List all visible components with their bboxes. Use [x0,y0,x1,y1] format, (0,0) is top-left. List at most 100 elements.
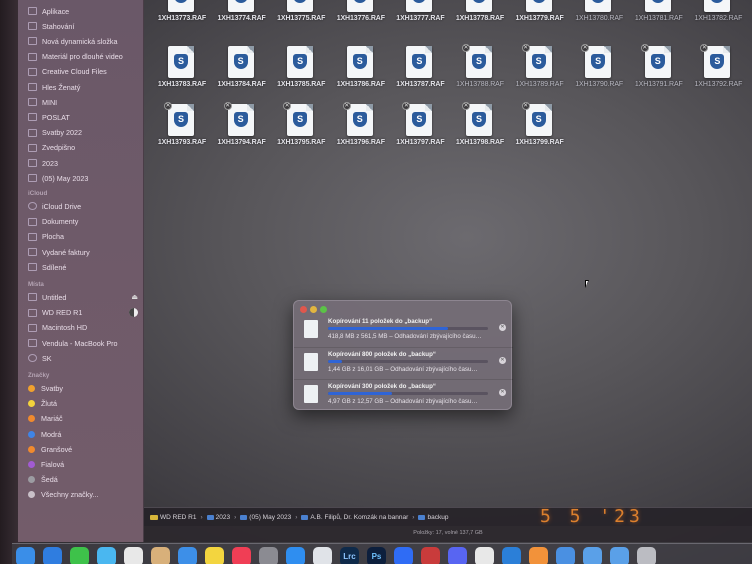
cancel-copy-button[interactable]: ✕ [499,357,506,364]
path-crumb[interactable]: (05) May 2023 [240,514,291,521]
chrome-icon[interactable] [475,547,494,564]
sidebar-item[interactable]: Granšové [28,442,142,456]
file-item[interactable]: S✕1XH13782.RAF [688,0,748,40]
sidebar-item[interactable]: Stahování [28,19,142,33]
lightroom-classic-icon[interactable]: Lrc [340,547,359,564]
sidebar-item[interactable]: Nová dynamická složka [28,34,142,48]
copy-pending-badge-icon: ✕ [164,102,172,110]
file-item[interactable]: S ✕ 1XH13792.RAF [688,44,748,106]
finder-icon[interactable] [16,547,35,564]
sidebar-item[interactable]: Zvedpišno [28,141,142,155]
sidebar-item[interactable]: Materiál pro dlouhé video [28,50,142,64]
file-item[interactable]: S 1XH13784.RAF [212,46,272,106]
downloads-icon[interactable] [610,547,629,564]
sidebar-item[interactable]: Svatby [28,381,142,395]
folder-icon[interactable] [583,547,602,564]
file-item[interactable]: S 1XH13783.RAF [152,46,212,106]
sidebar-item[interactable]: POSLAT [28,110,142,124]
file-item[interactable]: S1XH13775.RAF [271,0,331,40]
file-item[interactable]: S ✕ 1XH13788.RAF [450,44,510,106]
music-icon[interactable] [232,547,251,564]
sidebar-item[interactable]: WD RED R1 [28,306,142,320]
path-crumb[interactable]: A.B. Filipů, Dr. Komzák na bannar [301,514,408,521]
file-item[interactable]: S✕1XH13780.RAF [569,0,629,40]
close-button[interactable] [300,306,307,313]
contacts-icon[interactable] [151,547,170,564]
sidebar-item[interactable]: SK [28,351,142,365]
file-item[interactable]: S1XH13776.RAF [331,0,391,40]
vscode-icon[interactable] [502,547,521,564]
file-item[interactable]: S1XH13777.RAF [390,0,450,40]
cancel-copy-button[interactable]: ✕ [499,324,506,331]
file-item[interactable]: S 1XH13785.RAF [271,46,331,106]
file-item[interactable]: S ✕ 1XH13799.RAF [510,102,570,164]
file-item[interactable]: S ✕ 1XH13791.RAF [629,44,689,106]
sidebar-item[interactable]: Žlutá [28,397,142,411]
sidebar-item[interactable]: Šedá [28,473,142,487]
path-crumb[interactable]: WD RED R1 [150,514,196,521]
sidebar-item[interactable]: Untitled ⏏ [28,290,142,304]
file-item[interactable]: S ✕ 1XH13798.RAF [450,102,510,164]
discord-icon[interactable] [448,547,467,564]
sidebar-item[interactable]: Všechny značky... [28,488,142,502]
trash-icon[interactable] [637,547,656,564]
messenger-icon[interactable] [394,547,413,564]
file-item[interactable]: S1XH13773.RAF [152,0,212,40]
file-item[interactable]: S 1XH13786.RAF [331,46,391,106]
cloud-icon[interactable] [556,547,575,564]
calendar-icon[interactable] [97,547,116,564]
file-item[interactable]: S ✕ 1XH13794.RAF [212,102,272,164]
file-item[interactable]: S✕1XH13781.RAF [629,0,689,40]
raw-file-icon: S [644,0,671,12]
cancel-copy-button[interactable]: ✕ [499,389,506,396]
file-item[interactable]: S 1XH13787.RAF [390,46,450,106]
bridge-icon[interactable] [421,547,440,564]
file-item[interactable]: S ✕ 1XH13797.RAF [390,102,450,164]
path-crumb[interactable]: 2023 [206,514,230,521]
sidebar-item-label: Sdílené [42,262,67,272]
sidebar-item[interactable]: Aplikace [28,4,142,18]
minimize-button[interactable] [310,306,317,313]
sidebar-item[interactable]: Plocha [28,230,142,244]
mail-icon[interactable] [178,547,197,564]
zoom-button[interactable] [320,306,327,313]
sidebar-item[interactable]: MINI [28,95,142,109]
app-store-icon[interactable] [286,547,305,564]
file-item[interactable]: S ✕ 1XH13795.RAF [271,102,331,164]
safari-icon[interactable] [43,547,62,564]
file-item[interactable]: S ✕ 1XH13793.RAF [152,102,212,164]
file-item[interactable]: S ✕ 1XH13796.RAF [331,102,391,164]
file-item[interactable]: S1XH13778.RAF [450,0,510,40]
raw-file-icon: S [525,0,552,12]
path-crumb[interactable]: backup [418,514,448,521]
sidebar-item[interactable]: Sdílené [28,260,142,274]
sidebar-item[interactable]: Dokumenty [28,215,142,229]
file-item[interactable]: S1XH13779.RAF [510,0,570,40]
sidebar-item[interactable]: Macintosh HD [28,321,142,335]
sidebar-item[interactable]: Creative Cloud Files [28,65,142,79]
file-item[interactable]: S ✕ 1XH13789.RAF [510,44,570,106]
sidebar-item[interactable]: Modrá [28,427,142,441]
system-preferences-icon[interactable] [259,547,278,564]
file-item[interactable]: S ✕ 1XH13790.RAF [569,44,629,106]
sidebar-item[interactable]: Vendula - MacBook Pro [28,336,142,350]
file-item[interactable]: S1XH13774.RAF [212,0,272,40]
sidebar-item[interactable]: Vydané faktury [28,245,142,259]
sidebar-item[interactable]: 2023 [28,156,142,170]
sidebar-section-tags: Značky [28,372,50,380]
sidebar-item[interactable]: Hles Ženatý [28,80,142,94]
photos-icon[interactable] [124,547,143,564]
sidebar-item[interactable]: iCloud Drive [28,199,142,213]
notes-icon[interactable] [205,547,224,564]
silkypix-shield-icon: S [174,54,188,69]
sidebar-item[interactable]: Svatby 2022 [28,126,142,140]
messages-icon[interactable] [70,547,89,564]
sidebar-item[interactable]: (05) May 2023 [28,171,142,185]
eject-icon[interactable]: ⏏ [131,293,138,301]
photoshop-icon[interactable]: Ps [367,547,386,564]
pages-icon[interactable] [529,547,548,564]
silkypix-shield-icon: S [650,0,665,3]
sidebar-item[interactable]: Fialová [28,457,142,471]
preview-icon[interactable] [313,547,332,564]
sidebar-item[interactable]: Mariáč [28,412,142,426]
